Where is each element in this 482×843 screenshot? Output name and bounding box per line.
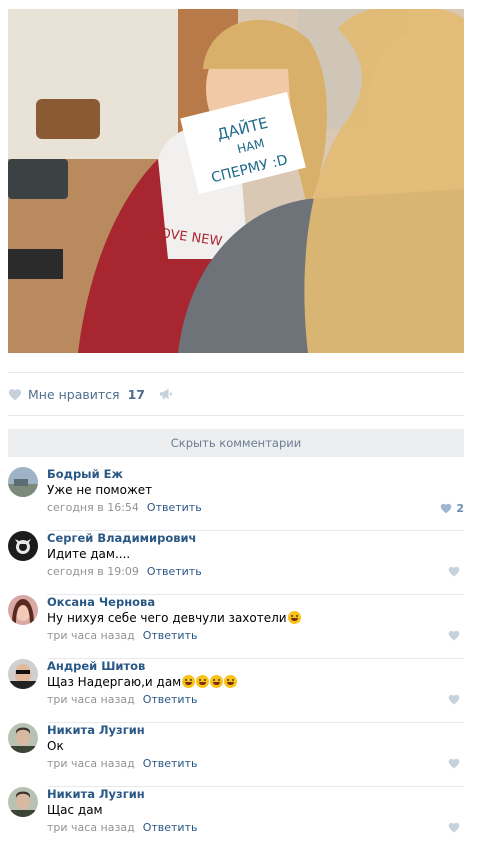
- comment-item: Андрей Шитов Щаз Надергаю,и дам три часа…: [8, 659, 464, 723]
- like-label: Мне нравится: [28, 386, 120, 402]
- megaphone-icon[interactable]: [159, 388, 173, 400]
- comment-time[interactable]: три часа назад: [47, 629, 135, 642]
- comment-meta: три часа назад Ответить: [47, 757, 197, 770]
- comment-item: Никита Лузгин Щас дам три часа назад Отве…: [8, 787, 464, 843]
- avatar[interactable]: [8, 595, 38, 625]
- heart-icon: [448, 694, 460, 705]
- avatar[interactable]: [8, 467, 38, 497]
- laughing-emoji-icon: [224, 675, 238, 688]
- comment-time[interactable]: сегодня в 16:54: [47, 501, 139, 514]
- comment-time[interactable]: три часа назад: [47, 693, 135, 706]
- avatar[interactable]: [8, 787, 38, 817]
- reply-button[interactable]: Ответить: [143, 629, 198, 642]
- comment-item: Сергей Владимирович Идите дам.... сегодн…: [8, 531, 464, 595]
- laughing-emoji-icon: [196, 675, 210, 688]
- comment-like-button[interactable]: [448, 630, 464, 641]
- comment-text: Уже не поможет: [47, 483, 153, 497]
- comment-meta: сегодня в 16:54 Ответить: [47, 501, 202, 514]
- laughing-emoji-icon: [182, 675, 196, 688]
- heart-icon: [448, 630, 460, 641]
- comment-like-button[interactable]: [448, 694, 464, 705]
- comment-like-button[interactable]: [448, 822, 464, 833]
- comment-text: Щаз Надергаю,и дам: [47, 675, 238, 689]
- avatar[interactable]: [8, 531, 38, 561]
- comment-meta: сегодня в 19:09 Ответить: [47, 565, 202, 578]
- comment-author[interactable]: Сергей Владимирович: [47, 531, 196, 545]
- comment-meta: три часа назад Ответить: [47, 821, 197, 834]
- avatar[interactable]: [8, 723, 38, 753]
- comment-author[interactable]: Бодрый Еж: [47, 467, 123, 481]
- heart-icon: [448, 822, 460, 833]
- comment-meta: три часа назад Ответить: [47, 693, 197, 706]
- comment-text: Щас дам: [47, 803, 103, 817]
- laughing-emoji-icon: [287, 611, 301, 624]
- comment-text: Ок: [47, 739, 64, 753]
- comment-like-button[interactable]: [448, 758, 464, 769]
- heart-icon: [441, 503, 452, 514]
- reply-button[interactable]: Ответить: [143, 821, 198, 834]
- comment-time[interactable]: сегодня в 19:09: [47, 565, 139, 578]
- comment-text: Ну нихуя себе чего девчули захотели: [47, 611, 301, 625]
- comment-time[interactable]: три часа назад: [47, 757, 135, 770]
- heart-icon: [448, 758, 460, 769]
- reply-button[interactable]: Ответить: [143, 693, 198, 706]
- post-photo[interactable]: ДАЙТЕ НАМ СПЕРМУ :D LOVE NEW: [8, 9, 464, 353]
- like-button[interactable]: Мне нравится 17: [8, 387, 145, 402]
- comment-like-count: 2: [456, 502, 464, 515]
- divider: [8, 372, 464, 373]
- reply-button[interactable]: Ответить: [147, 501, 202, 514]
- avatar[interactable]: [8, 659, 38, 689]
- comment-time[interactable]: три часа назад: [47, 821, 135, 834]
- comment-like-button[interactable]: 2: [440, 502, 464, 515]
- comment-text-body: Ну нихуя себе чего девчули захотели: [47, 611, 287, 625]
- comment-author[interactable]: Никита Лузгин: [47, 723, 145, 737]
- comment-author[interactable]: Оксана Чернова: [47, 595, 155, 609]
- comment-author[interactable]: Андрей Шитов: [47, 659, 145, 673]
- heart-icon: [448, 566, 460, 577]
- comment-item: Никита Лузгин Ок три часа назад Ответить: [8, 723, 464, 787]
- reply-button[interactable]: Ответить: [147, 565, 202, 578]
- post-photo-image: ДАЙТЕ НАМ СПЕРМУ :D LOVE NEW: [8, 9, 464, 353]
- comment-text: Идите дам....: [47, 547, 131, 561]
- comment-item: Бодрый Еж Уже не поможет сегодня в 16:54…: [8, 467, 464, 531]
- comment-meta: три часа назад Ответить: [47, 629, 197, 642]
- comment-text-body: Щаз Надергаю,и дам: [47, 675, 182, 689]
- post-actions: Мне нравится 17: [8, 384, 173, 404]
- comment-like-button[interactable]: [448, 566, 464, 577]
- laughing-emoji-icon: [210, 675, 224, 688]
- hide-comments-button[interactable]: Скрыть комментарии: [8, 429, 464, 457]
- like-count: 17: [127, 386, 145, 402]
- comment-author[interactable]: Никита Лузгин: [47, 787, 145, 801]
- reply-button[interactable]: Ответить: [143, 757, 198, 770]
- divider: [8, 415, 464, 416]
- comment-item: Оксана Чернова Ну нихуя себе чего девчул…: [8, 595, 464, 659]
- heart-icon: [8, 388, 22, 400]
